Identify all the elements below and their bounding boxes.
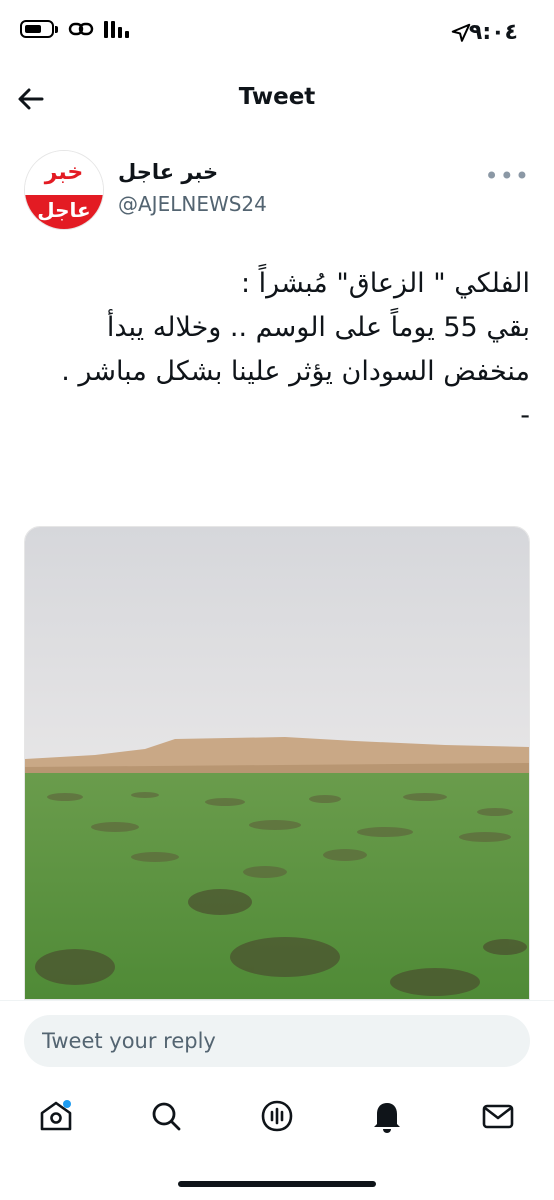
page-title: Tweet — [238, 84, 316, 110]
messages-icon — [482, 1104, 514, 1129]
spaces-icon — [261, 1100, 293, 1132]
status-indicators — [20, 20, 129, 38]
top-header: Tweet — [0, 66, 554, 130]
tweet-media-image[interactable] — [24, 526, 530, 1000]
tab-search[interactable] — [146, 1096, 186, 1136]
avatar-logo-top: خبر — [25, 151, 103, 195]
tweet-text: الفلكي " الزعاق" مُبشراً : بقي 55 يوماً … — [24, 262, 530, 438]
tweet-line: - — [520, 400, 530, 431]
tweet-line: بقي 55 يوماً على الوسم .. وخلاله يبدأ من… — [61, 312, 530, 387]
signal-icon — [104, 20, 129, 38]
tab-messages[interactable] — [478, 1096, 518, 1136]
notifications-icon — [374, 1103, 400, 1133]
tweet-author: خبر عاجل خبر عاجل @AJELNEWS24 ••• — [24, 150, 530, 230]
avatar[interactable]: خبر عاجل — [24, 150, 104, 230]
home-icon — [40, 1100, 72, 1131]
author-display-name[interactable]: خبر عاجل — [118, 160, 218, 184]
link-icon — [68, 22, 94, 36]
tab-notifications[interactable] — [367, 1096, 407, 1136]
more-options-icon[interactable]: ••• — [485, 162, 530, 190]
reply-bar — [0, 1000, 554, 1079]
reply-input[interactable] — [24, 1015, 530, 1067]
author-handle[interactable]: @AJELNEWS24 — [118, 192, 267, 216]
landscape-image — [25, 527, 529, 999]
status-time: ٩:٠٤ — [468, 20, 518, 45]
battery-icon — [20, 20, 58, 38]
avatar-logo-bottom: عاجل — [25, 195, 103, 229]
tab-home[interactable] — [36, 1096, 76, 1136]
status-bar: ٩:٠٤ — [0, 0, 554, 66]
tab-spaces[interactable] — [257, 1096, 297, 1136]
tweet-line: الفلكي " الزعاق" مُبشراً : — [240, 268, 530, 299]
search-icon — [152, 1102, 181, 1131]
home-indicator[interactable] — [178, 1181, 376, 1187]
